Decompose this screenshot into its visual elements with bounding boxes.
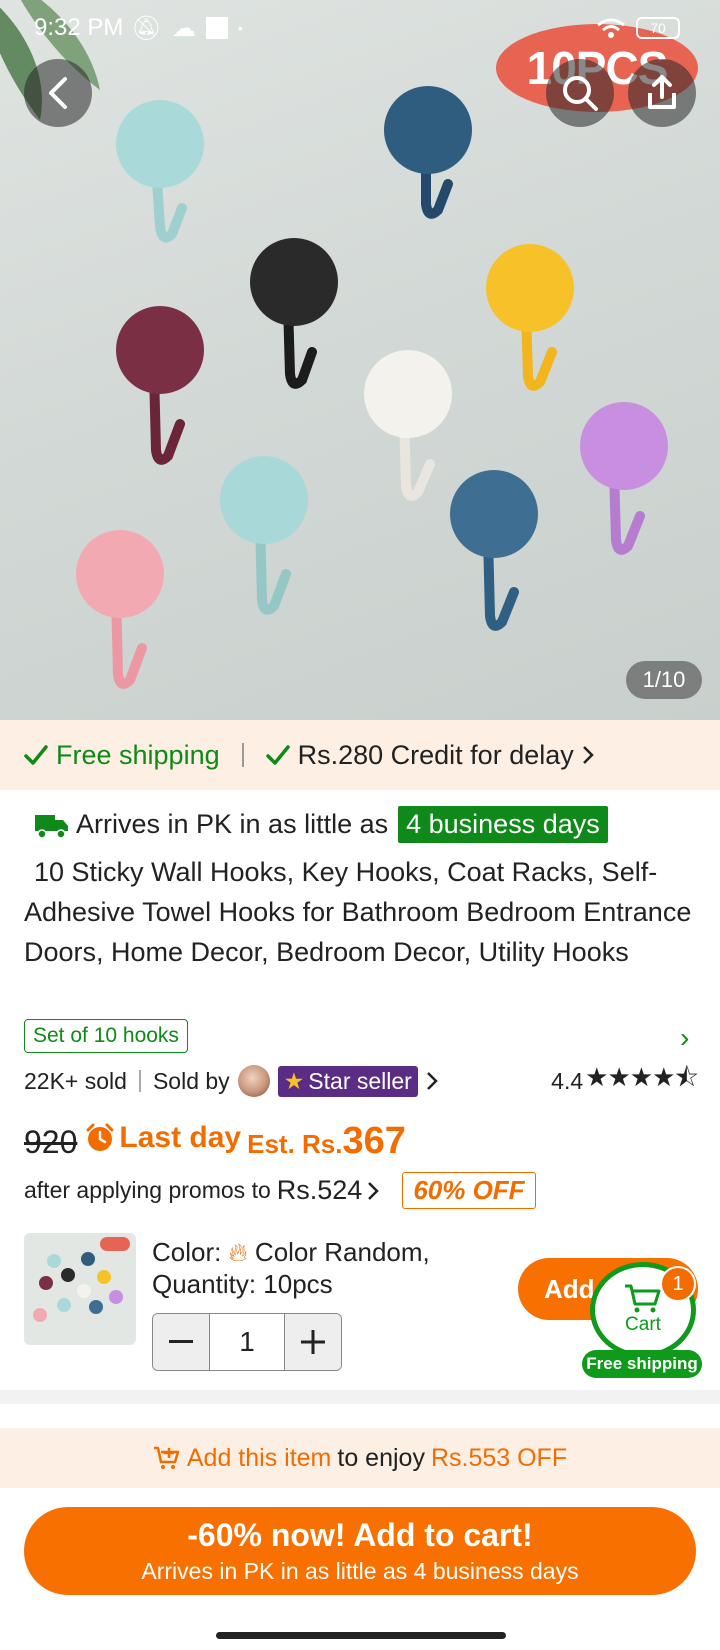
hook-image [116, 306, 204, 465]
cart-icon [625, 1284, 661, 1313]
dot-icon: • [237, 20, 243, 36]
sku-details[interactable]: Color: 🔥︎ Color Random, Quantity: 10pcs [152, 1236, 430, 1300]
cta-line2: Arrives in PK in as little as 4 business… [141, 1558, 579, 1584]
price-row: 920 Last day Est. Rs. 367 [24, 1120, 406, 1163]
image-pager: 1/10 [626, 661, 702, 699]
hook-image [486, 244, 574, 391]
hook-image [250, 238, 338, 389]
quantity-stepper: 1 [152, 1313, 342, 1371]
delay-credit[interactable]: Rs.280 Credit for delay [265, 739, 594, 771]
sold-count: 22K+ sold [24, 1067, 127, 1094]
fire-icon: 🔥︎ [228, 1237, 248, 1267]
product-image-gallery[interactable]: 10PCS 9:32 PM 🔕︎ ☁ • 70 1/10 [0, 0, 720, 720]
share-icon [648, 75, 676, 109]
promo-amount: Rs.524 [276, 1175, 363, 1205]
quantity-label: Quantity: 10pcs [152, 1269, 333, 1299]
hook-image [220, 456, 308, 615]
hook-image [76, 530, 164, 689]
seller-avatar[interactable] [237, 1065, 270, 1097]
cta-line1: -60% now! Add to cart! [187, 1517, 533, 1553]
divider [241, 743, 244, 767]
minus-icon [169, 1340, 193, 1343]
add-promo-mid: to enjoy [337, 1443, 425, 1472]
rating-value: 4.4 [551, 1067, 584, 1094]
star-seller-label: Star seller [308, 1067, 412, 1094]
cart-free-shipping: Free shipping [582, 1350, 702, 1378]
promo-row[interactable]: after applying promos to Rs.524 60% OFF [24, 1172, 536, 1209]
current-price: 367 [342, 1120, 406, 1162]
rating[interactable]: 4.4 ★★★★⯪ [551, 1059, 699, 1103]
search-icon [563, 76, 598, 111]
delivery-estimate: Arrives in PK in as little as 4 business… [34, 806, 608, 843]
plus-icon [301, 1330, 325, 1354]
hook-image [580, 402, 668, 555]
section-divider [0, 1390, 720, 1404]
chevron-right-icon [368, 1181, 380, 1200]
share-button[interactable] [628, 59, 696, 127]
decrement-button[interactable] [153, 1314, 209, 1370]
hook-image [364, 350, 452, 501]
star-seller-badge[interactable]: ★ Star seller [277, 1065, 418, 1097]
alarm-clock-icon [86, 1123, 114, 1151]
notification-icon [205, 17, 228, 39]
product-title: 10 Sticky Wall Hooks, Key Hooks, Coat Ra… [24, 852, 704, 972]
cart-plus-icon [153, 1446, 180, 1469]
free-shipping-label: Free shipping [56, 739, 220, 770]
product-title-text: 10 Sticky Wall Hooks, Key Hooks, Coat Ra… [24, 857, 692, 967]
add-item-promo[interactable]: Add this item to enjoy Rs.553 OFF [0, 1428, 720, 1488]
cart-label: Cart [625, 1314, 661, 1335]
check-icon [265, 745, 290, 765]
search-button[interactable] [546, 59, 614, 127]
cloud-icon: ☁ [171, 14, 196, 42]
sku-thumbnail-image [33, 1237, 130, 1322]
free-shipping: Free shipping [24, 740, 220, 771]
battery-indicator: 70 [636, 17, 680, 39]
cart-count-badge: 1 [660, 1266, 696, 1302]
set-tag[interactable]: Set of 10 hooks [24, 1019, 188, 1053]
chevron-right-icon[interactable]: › [680, 1022, 689, 1054]
sold-by-label: Sold by [152, 1067, 230, 1094]
business-days-badge: 4 business days [398, 806, 608, 843]
discount-badge: 60% OFF [402, 1172, 536, 1209]
hook-image [116, 100, 204, 243]
delay-credit-label: Rs.280 Credit for delay [297, 739, 574, 770]
truck-icon [35, 814, 68, 839]
hook-image [384, 86, 472, 219]
check-icon [24, 745, 48, 765]
last-day-text: Last day [119, 1121, 242, 1154]
star-icon: ★ [283, 1067, 305, 1094]
add-promo-amount: Rs.553 OFF [430, 1443, 568, 1472]
divider [138, 1070, 141, 1092]
floating-cart[interactable]: Cart 1 Free shipping [582, 1262, 702, 1378]
chevron-right-icon [582, 746, 594, 764]
shipping-strip[interactable]: Free shipping Rs.280 Credit for delay [0, 720, 720, 790]
last-day-label: Last day [85, 1121, 241, 1155]
arrive-prefix: Arrives in PK in as little as [76, 809, 389, 839]
hook-image [450, 470, 538, 631]
bell-off-icon: 🔕︎ [131, 14, 162, 42]
status-bar: 9:32 PM 🔕︎ ☁ • 70 [34, 12, 680, 44]
chevron-right-icon[interactable] [424, 1071, 440, 1091]
add-promo-lead: Add this item [186, 1443, 332, 1472]
rating-stars: ★★★★⯪ [585, 1062, 699, 1092]
color-value: Color Random, [254, 1237, 430, 1267]
quantity-value[interactable]: 1 [209, 1314, 285, 1370]
wifi-icon [597, 18, 625, 38]
seller-row: 22K+ sold Sold by ★ Star seller 4.4 ★★★★… [24, 1062, 699, 1098]
est-label: Est. Rs. [247, 1129, 343, 1159]
main-add-to-cart-button[interactable]: -60% now! Add to cart! Arrives in PK in … [24, 1507, 696, 1595]
chevron-left-icon [49, 77, 67, 109]
home-indicator[interactable] [216, 1632, 506, 1639]
increment-button[interactable] [285, 1314, 341, 1370]
status-icons: 🔕︎ ☁ • [131, 14, 242, 43]
color-label: Color: [152, 1237, 222, 1267]
sku-thumbnail[interactable] [24, 1233, 136, 1345]
status-time: 9:32 PM [34, 14, 124, 41]
promo-text: after applying promos to [24, 1177, 271, 1203]
original-price: 920 [24, 1124, 78, 1160]
back-button[interactable] [24, 59, 92, 127]
